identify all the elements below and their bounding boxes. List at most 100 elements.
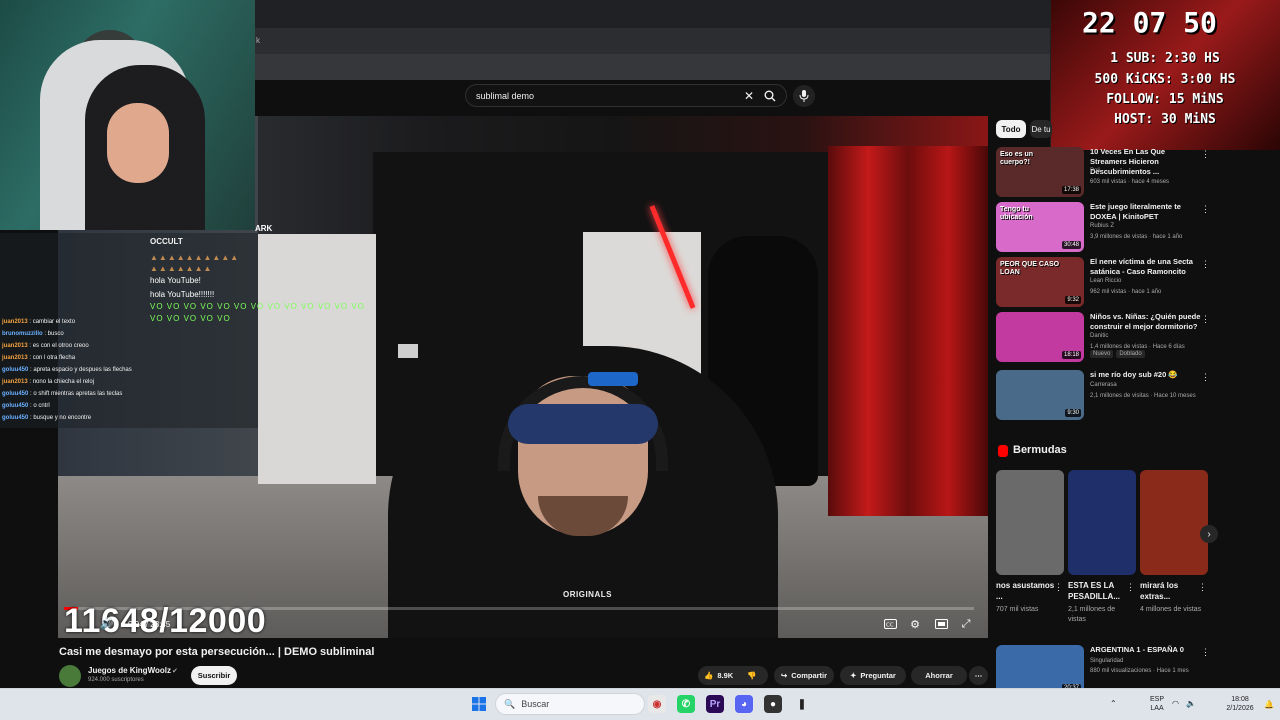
chat-username: juan2013	[2, 343, 28, 349]
video-duration: 30:48	[1061, 241, 1081, 249]
wifi-icon[interactable]: ◠	[1172, 699, 1179, 708]
webcam-person	[85, 65, 205, 230]
speaker-icon[interactable]: 🔈	[1186, 699, 1196, 708]
windows-start-icon[interactable]	[470, 695, 488, 713]
channel-name[interactable]: Poli	[1090, 168, 1100, 174]
channel-avatar[interactable]	[59, 665, 81, 687]
channel-name[interactable]: Carrerasa	[1090, 382, 1117, 388]
channel-name[interactable]: Rubius Z	[1090, 223, 1114, 229]
video-title[interactable]: Este juego literalmente te DOXEA | Kinit…	[1090, 202, 1202, 222]
video-thumbnail[interactable]: PEOR QUE CASO LOAN 9:32	[996, 257, 1084, 307]
taskbar-app-icon[interactable]: ❚	[793, 695, 811, 713]
more-actions-icon[interactable]: ⋯	[969, 666, 988, 685]
more-options-icon[interactable]: ⋮	[1201, 314, 1210, 325]
chat-username: juan2013	[2, 379, 28, 385]
short-title[interactable]: ESTA ES LA PESADILLA...	[1068, 580, 1130, 602]
channel-name[interactable]: Danitic	[1090, 333, 1108, 339]
more-options-icon[interactable]: ⋮	[1201, 372, 1210, 383]
whatsapp-icon[interactable]: ✆	[677, 695, 695, 713]
video-thumbnail[interactable]: 18:18	[996, 312, 1084, 362]
more-options-icon[interactable]: ⋮	[1198, 582, 1207, 593]
chip-all[interactable]: Todo	[996, 120, 1026, 138]
video-thumbnail[interactable]: 9:30	[996, 370, 1084, 420]
video-thumbnail[interactable]: Eso es un cuerpo?! 17:38	[996, 147, 1084, 197]
dislike-icon[interactable]: 👎	[747, 671, 756, 680]
short-thumbnail[interactable]	[996, 470, 1064, 575]
share-label: Compartir	[791, 671, 828, 680]
recommendation-item[interactable]: Tengo tu ubicación 30:48 Este juego liter…	[996, 202, 1212, 254]
chrome-icon[interactable]: ◉	[648, 695, 666, 713]
notifications-icon[interactable]: 🔔	[1264, 700, 1274, 709]
recommendation-item[interactable]: 9:30 si me río doy sub #20 😂 Carrerasa 2…	[996, 370, 1212, 422]
volume-icon[interactable]: 🔊	[100, 617, 114, 630]
video-scene-switch	[398, 344, 418, 358]
taskbar-search[interactable]: 🔍 Buscar	[495, 693, 645, 715]
search-input[interactable]	[476, 90, 744, 101]
ask-button[interactable]: ✦ Preguntar	[840, 666, 906, 685]
search-icon[interactable]	[764, 90, 776, 102]
video-meta: 880 mil visualizaciones · Hace 1 mes	[1090, 668, 1189, 674]
video-title[interactable]: El nene víctima de una Secta satánica - …	[1090, 257, 1202, 277]
verified-check-icon: ✔	[172, 668, 178, 675]
chat-text: : apreta espacio y despues las flechas	[28, 367, 132, 373]
short-title[interactable]: mirará los extras...	[1140, 580, 1202, 602]
svg-text:CC: CC	[886, 623, 894, 629]
language-indicator[interactable]: ESP LAA	[1150, 695, 1164, 713]
channel-name[interactable]: Lean Riccio	[1090, 278, 1121, 284]
video-title[interactable]: si me río doy sub #20 😂	[1090, 370, 1202, 380]
short-title[interactable]: nos asustamos ...	[996, 580, 1058, 602]
voice-search-icon[interactable]	[793, 85, 815, 107]
captions-icon[interactable]: CC	[882, 617, 898, 631]
search-icon: 🔍	[504, 698, 516, 709]
video-thumbnail[interactable]: Tengo tu ubicación 30:48	[996, 202, 1084, 252]
chat-text: : busque y no encontre	[28, 415, 92, 421]
search-box[interactable]: ✕	[465, 84, 787, 107]
goal-line: FOLLOW: 15 MiNS	[1106, 92, 1224, 107]
save-button[interactable]: Ahorrar	[911, 666, 967, 685]
share-button[interactable]: ↪ Compartir	[774, 666, 834, 685]
more-options-icon[interactable]: ⋮	[1054, 582, 1063, 593]
beard	[538, 496, 628, 536]
overlay-ark-label: ARK	[255, 224, 273, 233]
like-count[interactable]: 8.9K	[717, 671, 733, 680]
shirt-text: ORIGINALS	[563, 590, 612, 599]
clear-search-icon[interactable]: ✕	[744, 89, 754, 103]
like-icon[interactable]: 👍	[704, 671, 713, 680]
channel-name[interactable]: Singularidad	[1090, 658, 1123, 664]
fullscreen-icon[interactable]: ⤢	[958, 617, 974, 631]
subscribe-button[interactable]: Suscribir	[191, 666, 237, 685]
settings-gear-icon[interactable]: ⚙	[907, 617, 923, 631]
video-title[interactable]: Niños vs. Niñas: ¿Quién puede construir …	[1090, 312, 1202, 332]
video-title[interactable]: ARGENTINA 1 - ESPAÑA 0	[1090, 645, 1202, 655]
recommendation-item[interactable]: Eso es un cuerpo?! 17:38 10 Veces En Las …	[996, 147, 1212, 199]
chevron-right-icon[interactable]: ›	[1200, 525, 1218, 543]
theater-mode-icon[interactable]	[933, 617, 949, 631]
chip-from-channel[interactable]: De tu	[1030, 120, 1052, 138]
recommendation-item[interactable]: 18:18 Niños vs. Niñas: ¿Quién puede cons…	[996, 312, 1212, 364]
tray-overflow-icon[interactable]: ⌃	[1110, 699, 1117, 708]
video-timestamp: 0:04 / 28:45	[128, 620, 171, 629]
share-icon: ↪	[780, 671, 788, 680]
video-title[interactable]: 10 Veces En Las Que Streamers Hicieron D…	[1090, 147, 1202, 177]
chat-emote-row: ▲▲▲▲▲▲▲	[150, 264, 213, 273]
channel-name[interactable]: Juegos de KingWoolz	[88, 666, 171, 675]
chat-message: goluu450 : apreta espacio y despues las …	[2, 367, 132, 373]
short-thumbnail[interactable]	[1068, 470, 1136, 575]
more-options-icon[interactable]: ⋮	[1126, 582, 1135, 593]
discord-icon[interactable]: ◕	[735, 695, 753, 713]
more-options-icon[interactable]: ⋮	[1201, 204, 1210, 215]
more-options-icon[interactable]: ⋮	[1201, 149, 1210, 160]
thumbnail-text: Eso es un cuerpo?!	[1000, 151, 1034, 166]
premiere-pro-icon[interactable]: Pr	[706, 695, 724, 713]
clock[interactable]: 18:08 2/1/2026	[1220, 695, 1260, 713]
short-views: 4 millones de vistas	[1140, 606, 1202, 613]
recommendation-item[interactable]: PEOR QUE CASO LOAN 9:32 El nene víctima d…	[996, 257, 1212, 309]
more-options-icon[interactable]: ⋮	[1201, 259, 1210, 270]
obs-icon[interactable]: ●	[764, 695, 782, 713]
badges: Nuevo Doblado	[1090, 350, 1148, 358]
chat-text: : con l otra flecha	[27, 355, 76, 361]
chat-username: goluu450	[2, 415, 29, 421]
more-options-icon[interactable]: ⋮	[1201, 647, 1210, 658]
short-thumbnail[interactable]	[1140, 470, 1208, 575]
save-label: Ahorrar	[925, 671, 953, 680]
